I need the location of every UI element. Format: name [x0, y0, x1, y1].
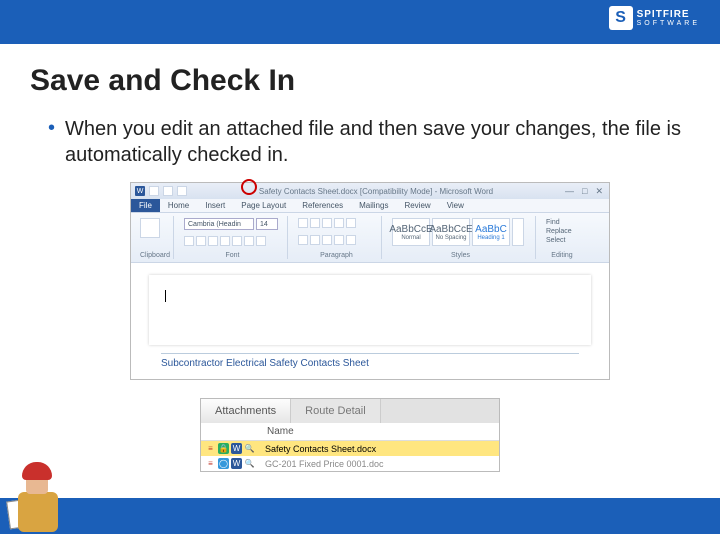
bullet-text: When you edit an attached file and then …	[65, 116, 690, 168]
indent-inc-button[interactable]	[346, 218, 356, 228]
align-right-button[interactable]	[322, 235, 332, 245]
replace-button[interactable]: Replace	[546, 227, 578, 236]
tab-page-layout[interactable]: Page Layout	[233, 199, 294, 212]
word-ribbon-tabs: File Home Insert Page Layout References …	[131, 199, 609, 213]
maximize-icon[interactable]: □	[582, 186, 587, 197]
save-highlight-circle	[241, 179, 257, 195]
ribbon-group-styles: Styles	[392, 252, 529, 259]
brand-name: SPITFIRE	[637, 9, 700, 20]
minimize-icon[interactable]: ―	[565, 186, 574, 197]
align-center-button[interactable]	[310, 235, 320, 245]
brand-logo: S SPITFIRE SOFTWARE	[609, 6, 700, 30]
quick-access-undo-icon[interactable]	[163, 186, 173, 196]
tab-attachments[interactable]: Attachments	[201, 399, 291, 423]
tab-mailings[interactable]: Mailings	[351, 199, 396, 212]
indent-dec-button[interactable]	[334, 218, 344, 228]
word-document-heading: Subcontractor Electrical Safety Contacts…	[161, 353, 579, 369]
ribbon-group-font: Font	[184, 252, 281, 259]
font-color-button[interactable]	[256, 236, 266, 246]
equals-icon: ≡	[205, 443, 216, 454]
bullet-item: • When you edit an attached file and the…	[30, 116, 690, 168]
magnify-icon[interactable]: 🔍	[244, 458, 255, 469]
select-button[interactable]: Select	[546, 236, 578, 245]
font-name-select[interactable]: Cambria (Headin	[184, 218, 254, 230]
construction-worker-icon	[8, 462, 68, 534]
text-cursor-icon	[165, 290, 166, 302]
attachment-name: GC-201 Fixed Price 0001.doc	[265, 459, 384, 469]
brand-mark-icon: S	[609, 6, 633, 30]
word-screenshot: W Safety Contacts Sheet.docx [Compatibil…	[130, 182, 610, 380]
ribbon-group-clipboard: Clipboard	[140, 252, 167, 259]
justify-button[interactable]	[334, 235, 344, 245]
quick-access-save-icon[interactable]	[149, 186, 159, 196]
bullet-icon: •	[48, 116, 55, 168]
tab-route-detail[interactable]: Route Detail	[291, 399, 381, 423]
ribbon-group-paragraph: Paragraph	[298, 252, 375, 259]
bullets-button[interactable]	[298, 218, 308, 228]
lock-icon: 🔒	[218, 443, 229, 454]
bold-button[interactable]	[184, 236, 194, 246]
numbering-button[interactable]	[310, 218, 320, 228]
strike-button[interactable]	[220, 236, 230, 246]
sup-button[interactable]	[244, 236, 254, 246]
tab-insert[interactable]: Insert	[197, 199, 233, 212]
styles-more-button[interactable]	[512, 218, 524, 246]
line-spacing-button[interactable]	[346, 235, 356, 245]
word-doc-icon: W	[231, 458, 242, 469]
style-heading1[interactable]: AaBbCHeading 1	[472, 218, 510, 246]
word-title-bar: W Safety Contacts Sheet.docx [Compatibil…	[131, 183, 609, 199]
multilevel-button[interactable]	[322, 218, 332, 228]
slide-header-bar: S SPITFIRE SOFTWARE	[0, 0, 720, 44]
attachment-name: Safety Contacts Sheet.docx	[265, 444, 376, 454]
word-app-icon: W	[135, 186, 145, 196]
tab-review[interactable]: Review	[396, 199, 438, 212]
align-left-button[interactable]	[298, 235, 308, 245]
quick-access-redo-icon[interactable]	[177, 186, 187, 196]
word-document-page[interactable]	[149, 275, 591, 345]
ribbon-group-editing: Editing	[546, 252, 578, 259]
attachment-row[interactable]: ≡ ◯ W 🔍 GC-201 Fixed Price 0001.doc	[201, 456, 499, 471]
style-no-spacing[interactable]: AaBbCcENo Spacing	[432, 218, 470, 246]
word-ribbon: Clipboard Cambria (Headin 14 Font	[131, 213, 609, 263]
italic-button[interactable]	[196, 236, 206, 246]
magnify-icon[interactable]: 🔍	[244, 443, 255, 454]
find-button[interactable]: Find	[546, 218, 578, 227]
sub-button[interactable]	[232, 236, 242, 246]
column-header-name: Name	[201, 423, 499, 441]
font-size-select[interactable]: 14	[256, 218, 278, 230]
attachment-row-selected[interactable]: ≡ 🔒 W 🔍 Safety Contacts Sheet.docx	[201, 441, 499, 456]
tab-references[interactable]: References	[294, 199, 351, 212]
slide-footer-bar	[0, 498, 720, 534]
tab-file[interactable]: File	[131, 199, 160, 212]
tab-view[interactable]: View	[439, 199, 472, 212]
close-icon[interactable]: ✕	[595, 186, 603, 197]
word-doc-icon: W	[231, 443, 242, 454]
paste-button[interactable]	[140, 218, 160, 238]
style-normal[interactable]: AaBbCcENormal	[392, 218, 430, 246]
open-icon: ◯	[218, 458, 229, 469]
attachments-panel: Attachments Route Detail Name ≡ 🔒 W 🔍 Sa…	[200, 398, 500, 472]
page-title: Save and Check In	[30, 64, 690, 98]
brand-subtitle: SOFTWARE	[637, 20, 700, 27]
underline-button[interactable]	[208, 236, 218, 246]
tab-home[interactable]: Home	[160, 199, 197, 212]
equals-icon: ≡	[205, 458, 216, 469]
